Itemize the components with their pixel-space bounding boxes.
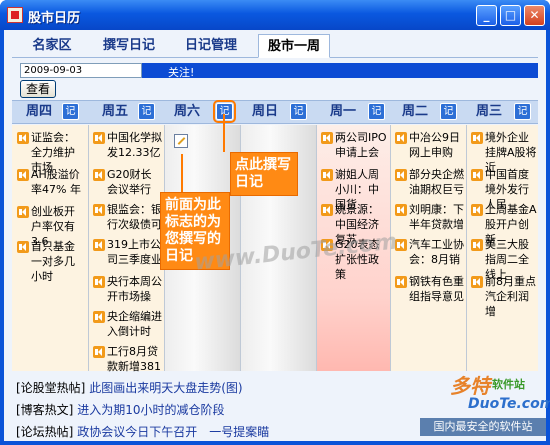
date-input[interactable]: 2009-09-03 xyxy=(20,63,142,78)
speaker-icon xyxy=(321,204,333,216)
tab-famous[interactable]: 名家区 xyxy=(24,34,80,58)
divider xyxy=(88,125,89,371)
speaker-icon xyxy=(93,239,105,251)
app-window: 股市日历 _ □ ✕ 名家区 撰写日记 日记管理 股市一周 2009-09-03… xyxy=(0,0,550,445)
news-item[interactable]: 部分央企燃油期权巨亏 xyxy=(409,167,464,197)
news-item[interactable]: 刘明康：下半年贷款增 xyxy=(409,202,464,232)
speaker-icon xyxy=(93,132,105,144)
note-icon-mon[interactable]: 记 xyxy=(368,103,385,120)
footer-tag: [论股堂热帖] xyxy=(16,381,86,395)
note-icon-fri[interactable]: 记 xyxy=(138,103,155,120)
logo-sub: 软件站 xyxy=(492,378,525,391)
notice-text: 关注! xyxy=(168,66,195,79)
speaker-icon xyxy=(471,239,483,251)
news-item[interactable]: 央行本周公开市场操 xyxy=(107,274,162,304)
day-sun: 周日 xyxy=(252,104,279,119)
speaker-icon xyxy=(93,204,105,216)
tab-stock-week[interactable]: 股市一周 xyxy=(258,34,330,58)
news-item[interactable]: 银监会：银行次级债可 xyxy=(107,202,162,232)
calendar-icon xyxy=(7,7,23,23)
news-item[interactable]: 工行8月贷款新增381 xyxy=(107,344,162,374)
annotation-pointer xyxy=(181,154,183,194)
title-bar[interactable]: 股市日历 _ □ ✕ xyxy=(0,0,550,30)
day-sat: 周六 xyxy=(174,104,201,119)
news-item[interactable]: 两公司IPO申请上会 xyxy=(335,130,389,160)
pencil-icon[interactable] xyxy=(174,134,188,148)
speaker-icon xyxy=(93,276,105,288)
speaker-icon xyxy=(321,132,333,144)
day-thu: 周四 xyxy=(26,104,53,119)
footer-row: [论股堂热帖] 此图画出来明天大盘走势(图) xyxy=(16,380,243,397)
footer-row: [论坛热帖] 政协会议今日下午召开 一号提案瞄 xyxy=(16,424,269,441)
news-item[interactable]: 319上市公司三季度业 xyxy=(107,237,162,267)
speaker-icon xyxy=(395,276,407,288)
logo-main: 多特 xyxy=(450,374,490,398)
speaker-icon xyxy=(471,132,483,144)
maximize-button[interactable]: □ xyxy=(500,5,521,26)
speaker-icon xyxy=(93,311,105,323)
tab-write-diary[interactable]: 撰写日记 xyxy=(94,34,164,58)
footer-row: [博客热文] 进入为期10小时的减仓阶段 xyxy=(16,402,224,419)
speaker-icon xyxy=(17,206,29,218)
news-item[interactable]: 中国化学拟发12.33亿 xyxy=(107,130,162,160)
speaker-icon xyxy=(395,169,407,181)
news-item[interactable]: 央企缩编进入倒计时 xyxy=(107,309,162,339)
speaker-icon xyxy=(17,241,29,253)
divider xyxy=(466,125,467,371)
notice-bar xyxy=(142,63,538,78)
footer-link[interactable]: 此图画出来明天大盘走势(图) xyxy=(89,381,242,395)
speaker-icon xyxy=(395,132,407,144)
tab-bar: 名家区 撰写日记 日记管理 股市一周 xyxy=(12,34,538,58)
speaker-icon xyxy=(93,346,105,358)
close-button[interactable]: ✕ xyxy=(524,5,545,26)
day-tue: 周二 xyxy=(402,104,429,119)
footer-link[interactable]: 政协会议今日下午召开 一号提案瞄 xyxy=(77,425,269,439)
footer-link[interactable]: 进入为期10小时的减仓阶段 xyxy=(77,403,224,417)
logo-tagline: 国内最安全的软件站 xyxy=(420,418,546,436)
day-wed: 周三 xyxy=(476,104,503,119)
footer-tag: [博客热文] xyxy=(16,403,74,417)
news-item[interactable]: 首只基金一对多几小时 xyxy=(31,239,85,284)
note-icon-tue[interactable]: 记 xyxy=(440,103,457,120)
speaker-icon xyxy=(471,204,483,216)
speaker-icon xyxy=(395,204,407,216)
note-icon-wed[interactable]: 记 xyxy=(514,103,531,120)
minimize-button[interactable]: _ xyxy=(476,5,497,26)
speaker-icon xyxy=(17,132,29,144)
speaker-icon xyxy=(471,169,483,181)
footer-tag: [论坛热帖] xyxy=(16,425,74,439)
speaker-icon xyxy=(93,169,105,181)
tab-diary-manage[interactable]: 日记管理 xyxy=(176,34,246,58)
news-item[interactable]: G20财长会议举行 xyxy=(107,167,162,197)
speaker-icon xyxy=(17,169,29,181)
news-item[interactable]: 前8月重点汽企利润增 xyxy=(485,274,537,319)
news-item[interactable]: 中冶公9日网上申购 xyxy=(409,130,464,160)
news-item[interactable]: 钢铁有色重组指导意见 xyxy=(409,274,464,304)
annotation-pointer xyxy=(223,114,225,152)
speaker-icon xyxy=(321,169,333,181)
annotation-write-here: 点此撰写日记 xyxy=(230,152,298,196)
logo-domain: DuoTe.com xyxy=(468,396,550,412)
day-mon: 周一 xyxy=(330,104,357,119)
note-icon-thu[interactable]: 记 xyxy=(62,103,79,120)
view-button[interactable]: 查看 xyxy=(20,80,56,98)
news-item[interactable]: 汽车工业协会：8月销 xyxy=(409,237,464,267)
duote-logo: 多特 软件站 DuoTe.com 国内最安全的软件站 xyxy=(420,370,550,440)
day-fri: 周五 xyxy=(102,104,129,119)
window-title: 股市日历 xyxy=(28,11,81,26)
note-icon-sun[interactable]: 记 xyxy=(290,103,307,120)
news-item[interactable]: AH股溢价率47% 年 xyxy=(31,167,85,197)
speaker-icon xyxy=(471,276,483,288)
